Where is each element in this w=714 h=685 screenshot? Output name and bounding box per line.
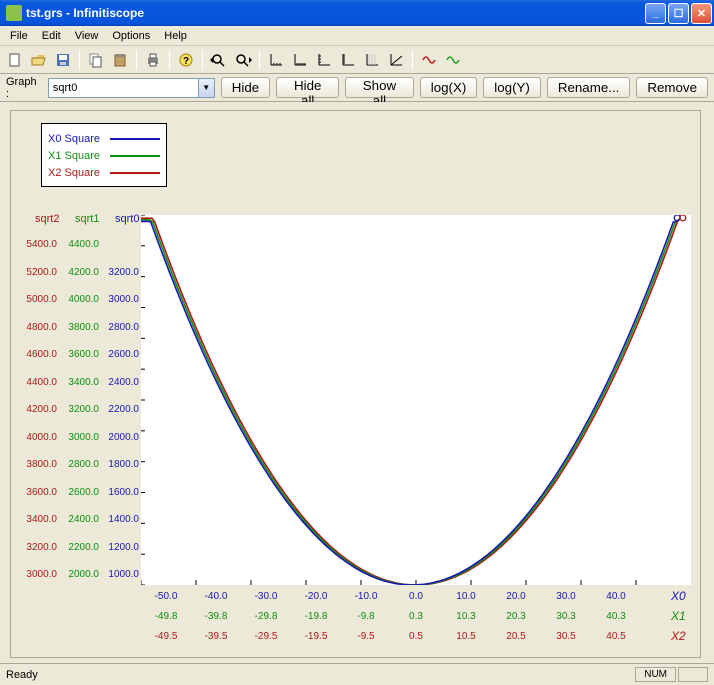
hide-button[interactable]: Hide bbox=[221, 77, 270, 98]
x-ticks-x0: -50.0-40.0-30.0-20.0-10.00.010.020.030.0… bbox=[141, 591, 701, 602]
y-ticks-sqrt0: 3200.03000.02800.02600.02400.02200.02000… bbox=[107, 231, 139, 589]
series-header-sqrt2: sqrt2 bbox=[35, 213, 59, 225]
legend-line-icon bbox=[110, 172, 160, 174]
x-ticks-x1: -49.8-39.8-29.8-19.8-9.80.310.320.330.34… bbox=[141, 611, 701, 622]
menu-bar: File Edit View Options Help bbox=[0, 26, 714, 46]
help-icon[interactable]: ? bbox=[175, 49, 197, 71]
axis-tool-2-icon[interactable] bbox=[289, 49, 311, 71]
axis-tool-4-icon[interactable] bbox=[337, 49, 359, 71]
graph-label: Graph : bbox=[6, 76, 40, 100]
print-icon[interactable] bbox=[142, 49, 164, 71]
zoom-in-icon[interactable] bbox=[232, 49, 254, 71]
menu-help[interactable]: Help bbox=[158, 28, 193, 44]
copy-icon[interactable] bbox=[85, 49, 107, 71]
status-bar: Ready NUM bbox=[0, 663, 714, 685]
y-ticks-sqrt1: 4400.04200.04000.03800.03600.03400.03200… bbox=[67, 231, 99, 589]
menu-view[interactable]: View bbox=[69, 28, 105, 44]
minimize-button[interactable]: _ bbox=[645, 3, 666, 24]
series-header-sqrt1: sqrt1 bbox=[75, 213, 99, 225]
legend-row: X0 Square bbox=[48, 130, 160, 147]
new-icon[interactable] bbox=[4, 49, 26, 71]
main-area: X0 Square X1 Square X2 Square sqrt2 sqrt… bbox=[0, 102, 714, 663]
logx-button[interactable]: log(X) bbox=[420, 77, 478, 98]
status-num: NUM bbox=[635, 667, 676, 682]
axis-tool-6-icon[interactable] bbox=[385, 49, 407, 71]
maximize-button[interactable]: ☐ bbox=[668, 3, 689, 24]
graph-selected: sqrt0 bbox=[53, 82, 77, 94]
axis-name-x1: X1 bbox=[671, 609, 686, 623]
wave-green-icon[interactable] bbox=[442, 49, 464, 71]
title-bar: tst.grs - Infinitiscope _ ☐ ✕ bbox=[0, 0, 714, 26]
legend-row: X2 Square bbox=[48, 164, 160, 181]
menu-file[interactable]: File bbox=[4, 28, 34, 44]
series-header-sqrt0: sqrt0 bbox=[115, 213, 139, 225]
axis-tool-3-icon[interactable] bbox=[313, 49, 335, 71]
close-button[interactable]: ✕ bbox=[691, 3, 712, 24]
menu-options[interactable]: Options bbox=[106, 28, 156, 44]
axis-name-x2: X2 bbox=[671, 629, 686, 643]
save-icon[interactable] bbox=[52, 49, 74, 71]
plot-area[interactable]: X0 Square X1 Square X2 Square sqrt2 sqrt… bbox=[10, 110, 701, 658]
status-ready: Ready bbox=[6, 669, 38, 681]
x-ticks-x2: -49.5-39.5-29.5-19.5-9.50.510.520.530.54… bbox=[141, 631, 701, 642]
logy-button[interactable]: log(Y) bbox=[483, 77, 541, 98]
chart-canvas[interactable] bbox=[141, 215, 691, 585]
y-ticks-sqrt2: 5400.05200.05000.04800.04600.04400.04200… bbox=[25, 231, 57, 589]
window-title: tst.grs - Infinitiscope bbox=[26, 6, 645, 20]
axis-tool-5-icon[interactable] bbox=[361, 49, 383, 71]
wave-red-icon[interactable] bbox=[418, 49, 440, 71]
dropdown-arrow-icon[interactable]: ▼ bbox=[198, 79, 214, 97]
menu-edit[interactable]: Edit bbox=[36, 28, 67, 44]
status-empty bbox=[678, 667, 708, 682]
axis-tool-1-icon[interactable] bbox=[265, 49, 287, 71]
toolbar: ? bbox=[0, 46, 714, 74]
legend: X0 Square X1 Square X2 Square bbox=[41, 123, 167, 187]
axis-name-x0: X0 bbox=[671, 589, 686, 603]
app-icon bbox=[6, 5, 22, 21]
paste-icon[interactable] bbox=[109, 49, 131, 71]
open-icon[interactable] bbox=[28, 49, 50, 71]
show-all-button[interactable]: Show all bbox=[345, 77, 414, 98]
rename-button[interactable]: Rename... bbox=[547, 77, 631, 98]
zoom-out-icon[interactable] bbox=[208, 49, 230, 71]
hide-all-button[interactable]: Hide all bbox=[276, 77, 339, 98]
graph-controls: Graph : sqrt0 ▼ Hide Hide all Show all l… bbox=[0, 74, 714, 102]
legend-line-icon bbox=[110, 155, 160, 157]
legend-row: X1 Square bbox=[48, 147, 160, 164]
svg-text:?: ? bbox=[183, 56, 189, 67]
legend-line-icon bbox=[110, 138, 160, 140]
graph-dropdown[interactable]: sqrt0 ▼ bbox=[48, 78, 215, 98]
remove-button[interactable]: Remove bbox=[636, 77, 708, 98]
